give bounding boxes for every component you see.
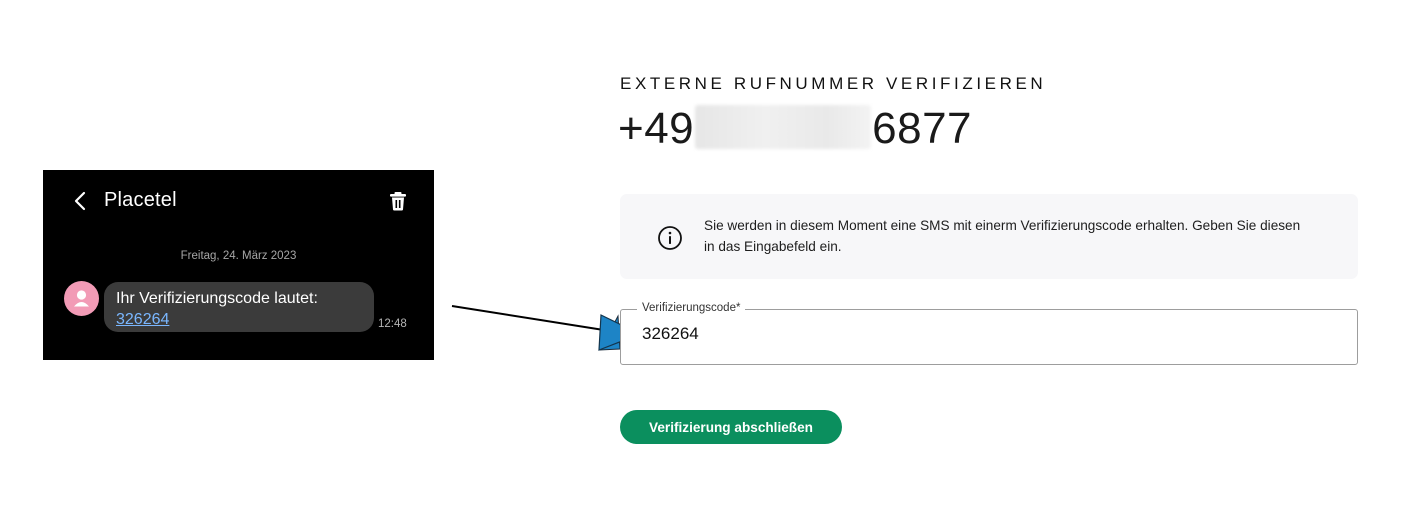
page-eyebrow-heading: EXTERNE RUFNUMMER VERIFIZIEREN xyxy=(620,74,1047,93)
annotation-arrow xyxy=(451,305,642,351)
info-circle-icon xyxy=(657,225,683,251)
verification-code-label: Verifizierungscode* xyxy=(637,302,746,314)
avatar xyxy=(64,281,99,316)
sms-message-text: Ihr Verifizierungscode lautet: xyxy=(116,290,318,307)
verification-code-input[interactable] xyxy=(642,324,1322,344)
sms-message-bubble: Ihr Verifizierungscode lautet: 326264 xyxy=(104,282,374,332)
complete-verification-button[interactable]: Verifizierung abschließen xyxy=(620,410,842,444)
sms-date: Freitag, 24. März 2023 xyxy=(180,250,297,262)
verification-code-field[interactable]: Verifizierungscode* xyxy=(620,302,1358,365)
phone-number-prefix: +49 xyxy=(618,104,695,153)
sms-code-link[interactable]: 326264 xyxy=(116,311,169,328)
phone-number-suffix: 6877 xyxy=(872,104,973,153)
phone-number: +49 6877 xyxy=(618,104,972,154)
sms-screenshot: Placetel Freitag, 24. März 2023 Ihr Veri… xyxy=(43,170,434,360)
sms-time: 12:48 xyxy=(378,318,407,330)
sms-contact-name: Placetel xyxy=(104,189,177,211)
trash-icon[interactable] xyxy=(387,190,409,212)
person-icon xyxy=(74,290,89,307)
info-notice-text: Sie werden in diesem Moment eine SMS mit… xyxy=(704,218,1301,254)
chevron-left-icon[interactable] xyxy=(70,190,92,212)
info-notice: Sie werden in diesem Moment eine SMS mit… xyxy=(620,194,1358,279)
phone-number-redacted xyxy=(695,105,872,149)
